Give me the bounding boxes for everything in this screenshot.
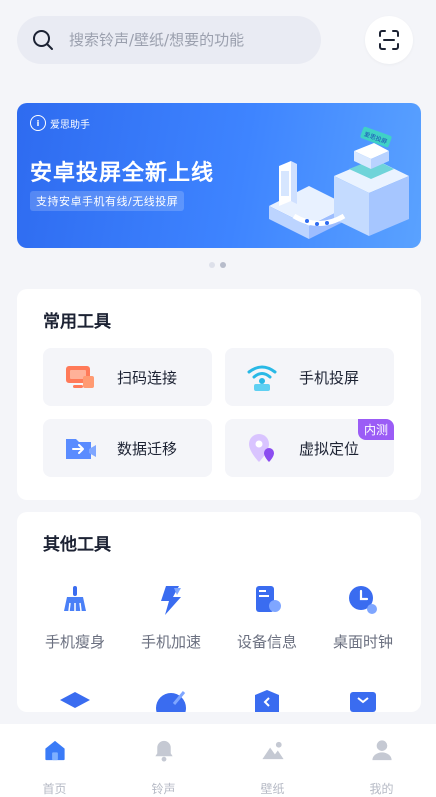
cast-illustration-icon: 爱思投屏 <box>269 126 409 239</box>
tool-desktop-clock[interactable]: 桌面时钟 <box>315 583 411 652</box>
tool-scan-connect[interactable]: 扫码连接 <box>43 348 212 406</box>
layers-icon[interactable] <box>58 688 92 712</box>
scan-connect-icon <box>66 366 94 388</box>
lightning-icon <box>161 586 181 615</box>
nav-label: 铃声 <box>151 782 176 796</box>
search-icon <box>33 30 53 50</box>
tool-label: 桌面时钟 <box>332 633 393 651</box>
tool-phone-cleanup[interactable]: 手机瘦身 <box>27 583 123 652</box>
tool-phone-cast[interactable]: 手机投屏 <box>225 348 394 406</box>
tool-label: 手机投屏 <box>299 368 360 387</box>
beta-badge: 内测 <box>357 419 394 440</box>
other-tools-title: 其他工具 <box>43 535 111 555</box>
scan-icon <box>379 30 399 50</box>
compass-icon[interactable] <box>154 688 188 712</box>
tool-label: 手机瘦身 <box>44 633 105 651</box>
tool-label: 数据迁移 <box>117 439 178 458</box>
tool-device-info[interactable]: 设备信息 <box>219 583 315 652</box>
device-info-icon <box>256 586 281 612</box>
user-icon <box>371 740 392 761</box>
nav-mine[interactable]: 我的 <box>327 724 436 797</box>
common-tools-title: 常用工具 <box>43 312 111 332</box>
banner-brand: i 爱思助手 <box>30 115 90 131</box>
banner-subtitle: 支持安卓手机有线/无线投屏 <box>30 191 185 211</box>
clock-icon <box>349 586 377 614</box>
broom-icon <box>64 586 86 612</box>
wallpaper-icon <box>261 741 284 760</box>
nav-ringtone[interactable]: 铃声 <box>109 724 218 797</box>
nav-home[interactable]: 首页 <box>0 724 109 797</box>
search-bar[interactable] <box>17 16 321 64</box>
tool-label: 设备信息 <box>236 633 297 651</box>
virtual-location-icon <box>249 434 274 462</box>
shield-icon[interactable] <box>250 688 284 712</box>
pager-dot-active[interactable] <box>220 262 226 268</box>
bottom-nav: 首页 铃声 壁纸 我的 <box>0 724 436 797</box>
tool-label: 虚拟定位 <box>299 439 360 458</box>
tool-data-migrate[interactable]: 数据迁移 <box>43 419 212 477</box>
scan-button[interactable] <box>365 16 413 64</box>
tool-phone-speedup[interactable]: 手机加速 <box>123 583 219 652</box>
banner-pager <box>209 262 226 268</box>
common-tools-card: 常用工具 扫码连接 手机投屏 数据迁移 虚拟定位 内测 <box>17 289 421 500</box>
other-tools-card: 其他工具 手机瘦身 手机加速 设备信息 桌面时钟 <box>17 512 421 712</box>
pager-dot[interactable] <box>209 262 215 268</box>
data-migrate-icon <box>66 439 96 459</box>
home-icon <box>44 740 65 761</box>
tool-label: 扫码连接 <box>117 368 178 387</box>
nav-label: 我的 <box>369 782 394 796</box>
search-input[interactable] <box>69 31 299 49</box>
phone-cast-icon <box>247 365 277 391</box>
bell-icon <box>154 740 173 762</box>
promo-banner[interactable]: i 爱思助手 安卓投屏全新上线 支持安卓手机有线/无线投屏 爱思投屏 <box>17 103 421 248</box>
tool-virtual-location[interactable]: 虚拟定位 内测 <box>225 419 394 477</box>
nav-label: 首页 <box>42 782 67 796</box>
banner-brand-name: 爱思助手 <box>50 119 90 131</box>
nav-label: 壁纸 <box>260 782 285 796</box>
nav-wallpaper[interactable]: 壁纸 <box>218 724 327 797</box>
banner-title: 安卓投屏全新上线 <box>30 161 215 186</box>
tool-label: 手机加速 <box>140 633 201 651</box>
brand-logo-icon: i <box>30 115 46 131</box>
download-box-icon[interactable] <box>346 688 380 712</box>
